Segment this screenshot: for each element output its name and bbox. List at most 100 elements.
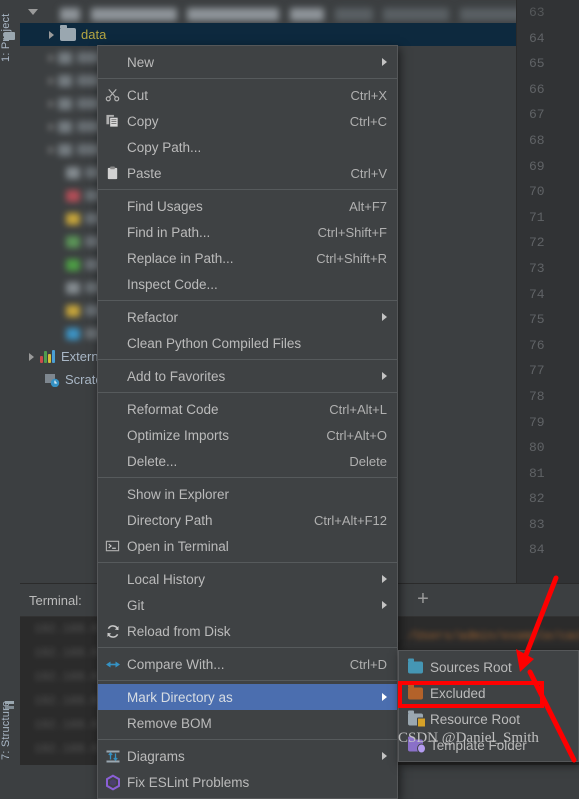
menu-item-fix-eslint-problems-label: Fix ESLint Problems xyxy=(127,774,250,790)
line-number: 64 xyxy=(529,30,545,46)
menu-item-find-in-path[interactable]: Find in Path... Ctrl+Shift+F xyxy=(98,219,397,245)
menu-item-copy-accel: Ctrl+C xyxy=(349,113,387,129)
menu-item-add-to-favorites-label: Add to Favorites xyxy=(127,368,226,384)
menu-item-directory-path[interactable]: Directory Path Ctrl+Alt+F12 xyxy=(98,507,397,533)
menu-item-compare-with-label: Compare With... xyxy=(127,656,225,672)
menu-item-copy[interactable]: Copy Ctrl+C xyxy=(98,108,397,134)
menu-item-reload-from-disk[interactable]: Reload from Disk xyxy=(98,618,397,644)
menu-item-open-in-terminal-label: Open in Terminal xyxy=(127,538,229,554)
menu-item-copy-label: Copy xyxy=(127,113,159,129)
menu-item-copy-path[interactable]: Copy Path... xyxy=(98,134,397,160)
menu-separator xyxy=(98,647,397,648)
menu-item-clean-python-compiled-files[interactable]: Clean Python Compiled Files xyxy=(98,330,397,356)
project-root-name-blurred xyxy=(60,6,516,22)
menu-item-cut-accel: Ctrl+X xyxy=(350,87,387,103)
menu-item-add-to-favorites[interactable]: Add to Favorites xyxy=(98,363,397,389)
menu-item-directory-path-accel: Ctrl+Alt+F12 xyxy=(314,512,387,528)
menu-separator xyxy=(98,189,397,190)
menu-item-refactor-label: Refactor xyxy=(127,309,179,325)
line-number: 63 xyxy=(529,5,545,20)
menu-separator xyxy=(98,392,397,393)
line-number: 78 xyxy=(529,388,545,404)
directory-context-menu[interactable]: New Cut Ctrl+X Copy Ctrl+C Copy Path... … xyxy=(97,45,398,799)
compare-icon xyxy=(104,656,121,673)
menu-item-diagrams-label: Diagrams xyxy=(127,748,185,764)
menu-item-local-history-label: Local History xyxy=(127,571,206,587)
menu-item-git-label: Git xyxy=(127,597,145,613)
menu-item-mark-directory-as[interactable]: Mark Directory as xyxy=(98,684,397,710)
menu-item-remove-bom[interactable]: Remove BOM xyxy=(98,710,397,736)
menu-item-optimize-imports[interactable]: Optimize Imports Ctrl+Alt+O xyxy=(98,422,397,448)
menu-item-inspect-code-label: Inspect Code... xyxy=(127,276,218,292)
menu-item-show-in-explorer[interactable]: Show in Explorer xyxy=(98,481,397,507)
menu-item-diagrams[interactable]: Diagrams xyxy=(98,743,397,769)
menu-item-cut[interactable]: Cut Ctrl+X xyxy=(98,82,397,108)
chevron-right-icon[interactable] xyxy=(44,23,58,46)
chevron-down-icon[interactable] xyxy=(26,0,40,23)
line-number: 70 xyxy=(529,184,545,200)
line-number: 71 xyxy=(529,209,545,225)
menu-item-open-in-terminal[interactable]: Open in Terminal xyxy=(98,533,397,559)
menu-item-directory-path-label: Directory Path xyxy=(127,512,213,528)
submenu-item-resource-root[interactable]: Resource Root xyxy=(399,706,578,732)
menu-item-fix-eslint-problems[interactable]: Fix ESLint Problems xyxy=(98,769,397,795)
menu-item-reformat-code[interactable]: Reformat Code Ctrl+Alt+L xyxy=(98,396,397,422)
add-terminal-tab-button[interactable]: + xyxy=(413,589,433,610)
line-number: 74 xyxy=(529,286,545,302)
menu-separator xyxy=(98,739,397,740)
submenu-arrow-icon xyxy=(382,575,387,583)
scissors-icon xyxy=(104,87,121,104)
menu-separator xyxy=(98,562,397,563)
menu-separator xyxy=(98,78,397,79)
clipboard-icon xyxy=(104,165,121,182)
terminal-title: Terminal: xyxy=(29,592,82,608)
line-number: 69 xyxy=(529,158,545,174)
menu-item-paste-accel: Ctrl+V xyxy=(350,165,387,181)
menu-item-inspect-code[interactable]: Inspect Code... xyxy=(98,271,397,297)
tree-item-label-data: data xyxy=(81,27,107,42)
menu-separator xyxy=(98,477,397,478)
refresh-icon xyxy=(104,623,121,640)
menu-item-refactor[interactable]: Refactor xyxy=(98,304,397,330)
submenu-arrow-icon xyxy=(382,752,387,760)
menu-item-paste[interactable]: Paste Ctrl+V xyxy=(98,160,397,186)
menu-separator xyxy=(98,300,397,301)
menu-item-new[interactable]: New xyxy=(98,49,397,75)
submenu-item-excluded[interactable]: Excluded xyxy=(399,680,578,706)
menu-item-delete[interactable]: Delete... Delete xyxy=(98,448,397,474)
menu-item-paste-label: Paste xyxy=(127,165,162,181)
menu-separator xyxy=(98,680,397,681)
submenu-arrow-icon xyxy=(382,313,387,321)
line-number: 80 xyxy=(529,440,545,456)
submenu-item-sources-root[interactable]: Sources Root xyxy=(399,654,578,680)
menu-item-replace-in-path[interactable]: Replace in Path... Ctrl+Shift+R xyxy=(98,245,397,271)
tree-row-project-root[interactable] xyxy=(20,0,516,23)
menu-item-compare-with[interactable]: Compare With... Ctrl+D xyxy=(98,651,397,677)
watermark-text: CSDN @Daniel_Smith xyxy=(398,730,539,746)
menu-item-optimize-imports-accel: Ctrl+Alt+O xyxy=(326,427,387,443)
menu-item-find-usages-accel: Alt+F7 xyxy=(349,198,387,214)
line-number: 83 xyxy=(529,516,545,532)
menu-item-reformat-code-accel: Ctrl+Alt+L xyxy=(329,401,387,417)
submenu-item-excluded-label: Excluded xyxy=(430,685,486,701)
submenu-arrow-icon xyxy=(382,601,387,609)
menu-item-local-history[interactable]: Local History xyxy=(98,566,397,592)
line-number: 67 xyxy=(529,107,545,123)
tree-row-data-directory[interactable]: data xyxy=(20,23,516,46)
excluded-folder-icon xyxy=(407,684,424,702)
menu-item-new-label: New xyxy=(127,54,155,70)
editor-line-number-gutter: 63 64 65 66 67 68 69 70 71 72 73 74 75 7… xyxy=(516,0,579,583)
menu-item-find-usages[interactable]: Find Usages Alt+F7 xyxy=(98,193,397,219)
menu-item-clean-python-compiled-files-label: Clean Python Compiled Files xyxy=(127,335,302,351)
diagram-icon xyxy=(104,748,121,765)
chevron-right-icon[interactable] xyxy=(24,345,38,368)
submenu-item-sources-root-label: Sources Root xyxy=(430,659,512,675)
menu-item-git[interactable]: Git xyxy=(98,592,397,618)
line-number: 79 xyxy=(529,414,545,430)
line-number: 77 xyxy=(529,363,545,379)
line-number: 82 xyxy=(529,491,545,507)
line-number: 75 xyxy=(529,312,545,328)
submenu-arrow-icon xyxy=(382,693,387,701)
menu-item-optimize-imports-label: Optimize Imports xyxy=(127,427,230,443)
menu-item-show-in-explorer-label: Show in Explorer xyxy=(127,486,230,502)
